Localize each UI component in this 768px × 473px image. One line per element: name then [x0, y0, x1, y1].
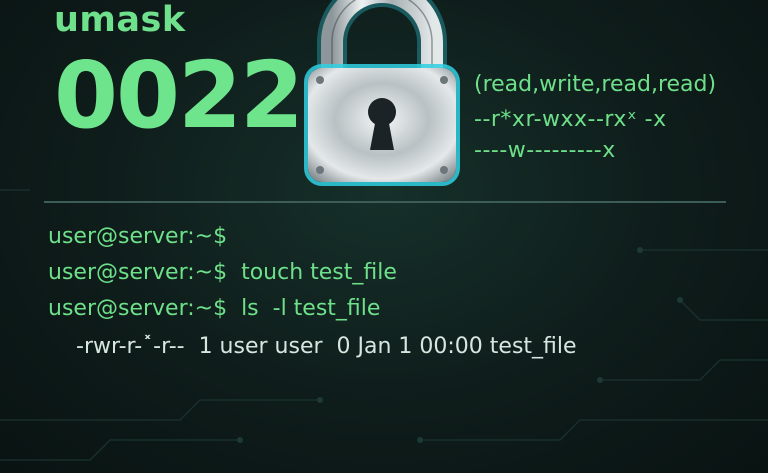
terminal-ls-output: -rwr-r-˟-r-- 1 user user 0 Jan 1 00:00 t…	[76, 334, 577, 359]
padlock-icon	[304, 0, 460, 186]
terminal-touch-command: user@server:~$ touch test_file	[48, 260, 397, 285]
terminal-ls-command: user@server:~$ ls -l test_file	[48, 296, 381, 321]
permission-line-2: ----w---------x	[474, 138, 616, 163]
permission-line-1: --r*xr-wxx--rxˣ -x	[474, 107, 667, 132]
terminal-prompt-line: user@server:~$	[48, 224, 228, 249]
umask-value: 0022	[54, 42, 304, 149]
permission-legend: (read,write,read,read)	[474, 72, 717, 97]
divider	[44, 201, 726, 203]
umask-heading: umask	[54, 0, 186, 40]
